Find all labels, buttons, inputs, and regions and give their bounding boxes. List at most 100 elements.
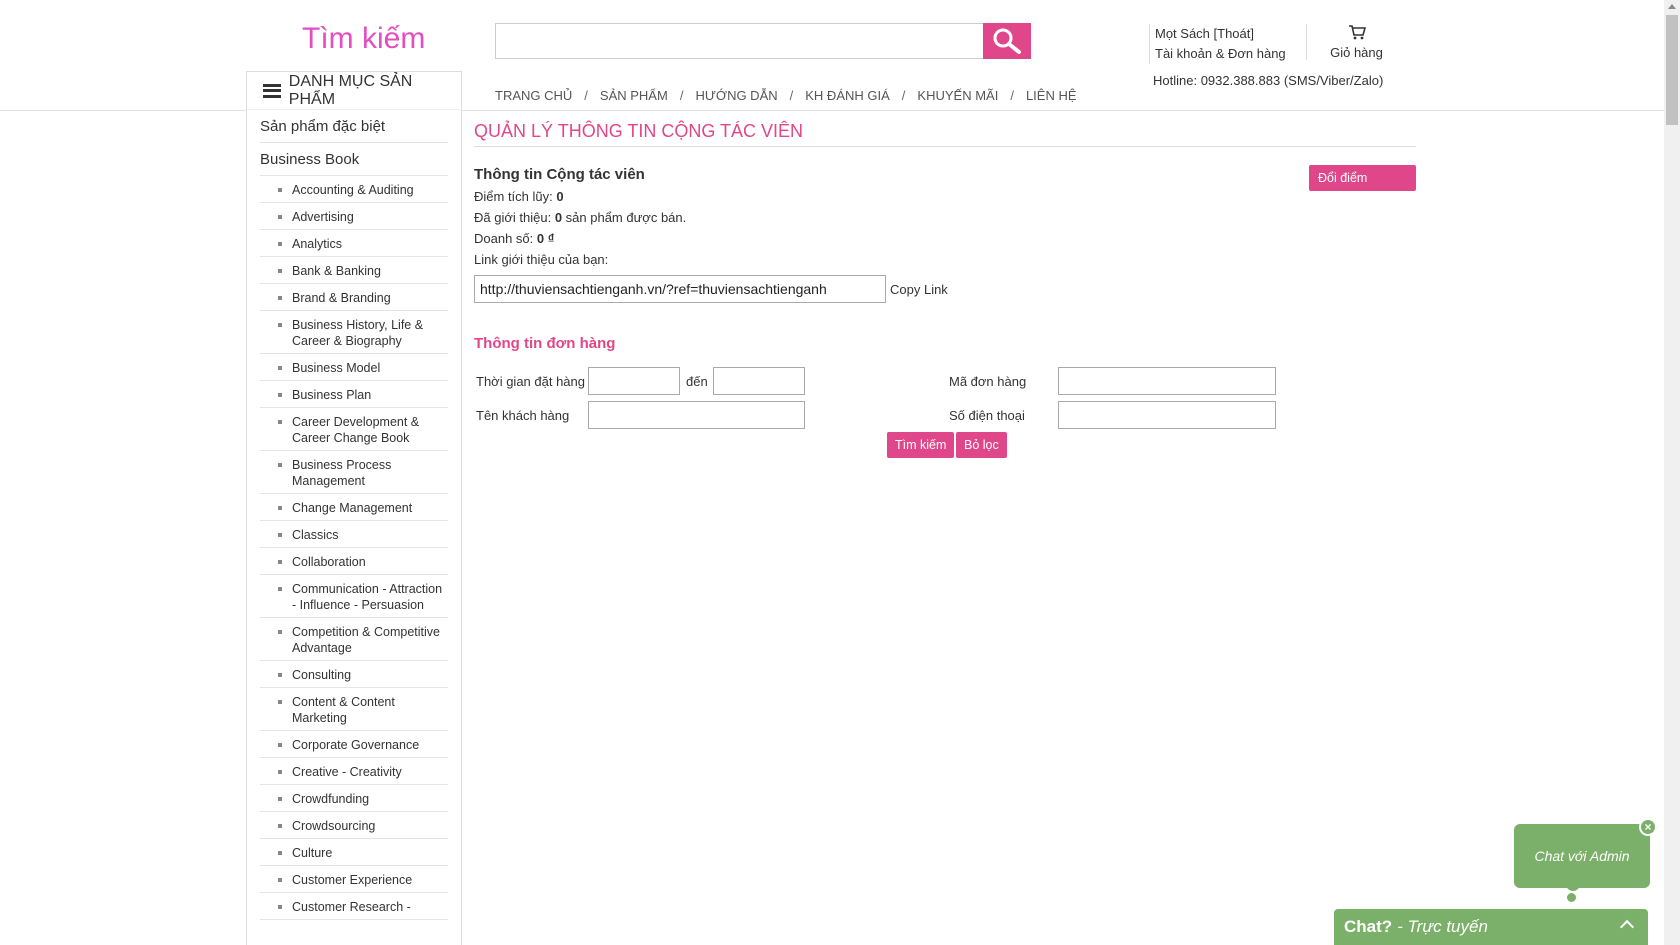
chat-bar-status: - Trực tuyến	[1397, 917, 1488, 936]
bullet-icon	[278, 673, 282, 677]
order-code-input[interactable]	[1058, 367, 1276, 395]
sidebar-sub-item[interactable]: Accounting & Auditing	[260, 176, 448, 203]
sidebar-sub-item[interactable]: Business Process Management	[260, 451, 448, 494]
sidebar-sub-item-label: Accounting & Auditing	[292, 183, 414, 197]
sidebar-sub-item-label: Crowdsourcing	[292, 819, 376, 833]
referred-line: Đã giới thiệu: 0 sản phẩm được bán.	[474, 210, 1416, 225]
bullet-icon	[278, 296, 282, 300]
nav-products[interactable]: SẢN PHẨM	[600, 88, 668, 103]
page-title: QUẢN LÝ THÔNG TIN CỘNG TÁC VIÊN	[474, 113, 1416, 147]
sidebar-sub-item[interactable]: Business Plan	[260, 381, 448, 408]
sidebar-sub-item-label: Classics	[292, 528, 339, 542]
main-nav: TRANG CHỦ / SẢN PHẨM / HƯỚNG DẪN / KH ĐÁNH GIÁ…	[495, 88, 1077, 103]
chevron-up-icon[interactable]	[1619, 919, 1635, 935]
chat-bar[interactable]: Chat? - Trực tuyến	[1334, 909, 1648, 945]
customer-name-input[interactable]	[588, 401, 805, 429]
bullet-icon	[278, 770, 282, 774]
sidebar-sub-item[interactable]: Career Development & Career Change Book	[260, 408, 448, 451]
sidebar-sub-item[interactable]: Collaboration	[260, 548, 448, 575]
filter-search-button[interactable]: Tìm kiếm	[887, 432, 955, 458]
bullet-icon	[278, 533, 282, 537]
referral-link-input[interactable]	[474, 275, 886, 303]
sidebar-sub-item-label: Culture	[292, 846, 333, 860]
sales-line: Doanh số: 0 ₫	[474, 231, 1416, 246]
sidebar-item-business-book[interactable]: Business Book	[260, 143, 448, 176]
sidebar-sub-item[interactable]: Crowdsourcing	[260, 812, 448, 839]
referred-suffix: sản phẩm được bán.	[565, 210, 687, 225]
clear-filter-button[interactable]: Bỏ lọc	[956, 432, 1007, 458]
bullet-icon	[278, 587, 282, 591]
nav-separator: /	[789, 88, 794, 103]
bullet-icon	[278, 463, 282, 467]
sidebar-sub-item[interactable]: Business History, Life & Career & Biogra…	[260, 311, 448, 354]
search-button[interactable]	[983, 23, 1031, 59]
sidebar-sub-item[interactable]: Brand & Branding	[260, 284, 448, 311]
sidebar-item-special[interactable]: Sản phẩm đặc biệt	[260, 110, 448, 143]
nav-separator: /	[584, 88, 588, 103]
category-sidebar: DANH MỤC SẢN PHẨM Sản phẩm đặc biệt Busi…	[246, 71, 462, 945]
site-logo[interactable]: Tìm kiếm	[302, 22, 425, 56]
sidebar-sub-item[interactable]: Corporate Governance	[260, 731, 448, 758]
collab-heading: Thông tin Cộng tác viên	[474, 166, 645, 183]
sales-value: 0 ₫	[536, 231, 555, 246]
bullet-icon	[278, 506, 282, 510]
sidebar-sub-item[interactable]: Bank & Banking	[260, 257, 448, 284]
sidebar-sub-item[interactable]: Customer Experience	[260, 866, 448, 893]
order-date-from-input[interactable]	[588, 367, 680, 395]
account-orders-link[interactable]: Tài khoản & Đơn hàng	[1155, 44, 1309, 64]
sidebar-sub-item[interactable]: Change Management	[260, 494, 448, 521]
sidebar-sub-item[interactable]: Competition & Competitive Advantage	[260, 618, 448, 661]
sidebar-sub-item-label: Business Process Management	[292, 458, 392, 488]
nav-promotions[interactable]: KHUYẾN MÃI	[917, 88, 998, 103]
redeem-points-button[interactable]: Đổi điểm thưởng	[1309, 165, 1416, 211]
bullet-icon	[278, 560, 282, 564]
sidebar-sub-item[interactable]: Advertising	[260, 203, 448, 230]
sidebar-sub-item[interactable]: Culture	[260, 839, 448, 866]
sidebar-sub-list: Accounting & Auditing Advertising Analytic…	[260, 176, 448, 920]
bullet-icon	[278, 743, 282, 747]
bullet-icon	[278, 420, 282, 424]
cart-label: Giỏ hàng	[1330, 45, 1383, 60]
main-content: QUẢN LÝ THÔNG TIN CỘNG TÁC VIÊN Thông ti…	[474, 113, 1416, 464]
sidebar-sub-item[interactable]: Crowdfunding	[260, 785, 448, 812]
sidebar-sub-item-label: Crowdfunding	[292, 792, 370, 806]
order-date-to-input[interactable]	[713, 367, 805, 395]
sidebar-sub-item[interactable]: Content & Content Marketing	[260, 688, 448, 731]
sidebar-sub-item[interactable]: Classics	[260, 521, 448, 548]
order-time-label: Thời gian đặt hàng	[476, 374, 585, 389]
search-input[interactable]	[495, 23, 983, 59]
copy-link-button[interactable]: Copy Link	[890, 282, 948, 297]
chat-close-icon[interactable]: ×	[1639, 818, 1657, 836]
chat-with-admin-bubble[interactable]: Chat với Admin	[1514, 824, 1650, 888]
scroll-thumb[interactable]	[1666, 15, 1678, 125]
sidebar-title: DANH MỤC SẢN PHẨM	[288, 72, 413, 108]
sidebar-sub-item[interactable]: Customer Research -	[260, 893, 448, 920]
phone-input[interactable]	[1058, 401, 1276, 429]
nav-reviews[interactable]: KH ĐÁNH GIÁ	[805, 88, 890, 103]
sidebar-sub-item[interactable]: Business Model	[260, 354, 448, 381]
nav-contact[interactable]: LIÊN HỆ	[1026, 88, 1077, 103]
sidebar-sub-item[interactable]: Creative - Creativity	[260, 758, 448, 785]
chat-bar-title: Chat?	[1344, 917, 1393, 936]
bullet-icon	[278, 851, 282, 855]
sidebar-sub-item[interactable]: Communication - Attraction - Influence -…	[260, 575, 448, 618]
bullet-icon	[278, 797, 282, 801]
nav-guide[interactable]: HƯỚNG DẪN	[695, 88, 777, 103]
nav-home[interactable]: TRANG CHỦ	[495, 88, 572, 103]
chat-bubble-tail	[1566, 883, 1580, 891]
scroll-up-arrow-icon[interactable]	[1668, 4, 1676, 9]
bullet-icon	[278, 824, 282, 828]
sidebar-sub-item[interactable]: Analytics	[260, 230, 448, 257]
sidebar-sub-item[interactable]: Consulting	[260, 661, 448, 688]
sidebar-header[interactable]: DANH MỤC SẢN PHẨM	[247, 72, 461, 110]
page-scrollbar[interactable]	[1664, 0, 1680, 945]
to-label: đến	[686, 374, 708, 389]
account-name-logout[interactable]: Mọt Sách [Thoát]	[1155, 24, 1309, 44]
bullet-icon	[278, 269, 282, 273]
sidebar-sub-item-label: Business History, Life & Career & Biogra…	[292, 318, 424, 348]
sidebar-sub-item-label: Advertising	[292, 210, 354, 224]
cart-button[interactable]: Giỏ hàng	[1306, 24, 1406, 60]
search-icon	[993, 28, 1021, 54]
bullet-icon	[278, 393, 282, 397]
sidebar-sub-item-label: Brand & Branding	[292, 291, 391, 305]
